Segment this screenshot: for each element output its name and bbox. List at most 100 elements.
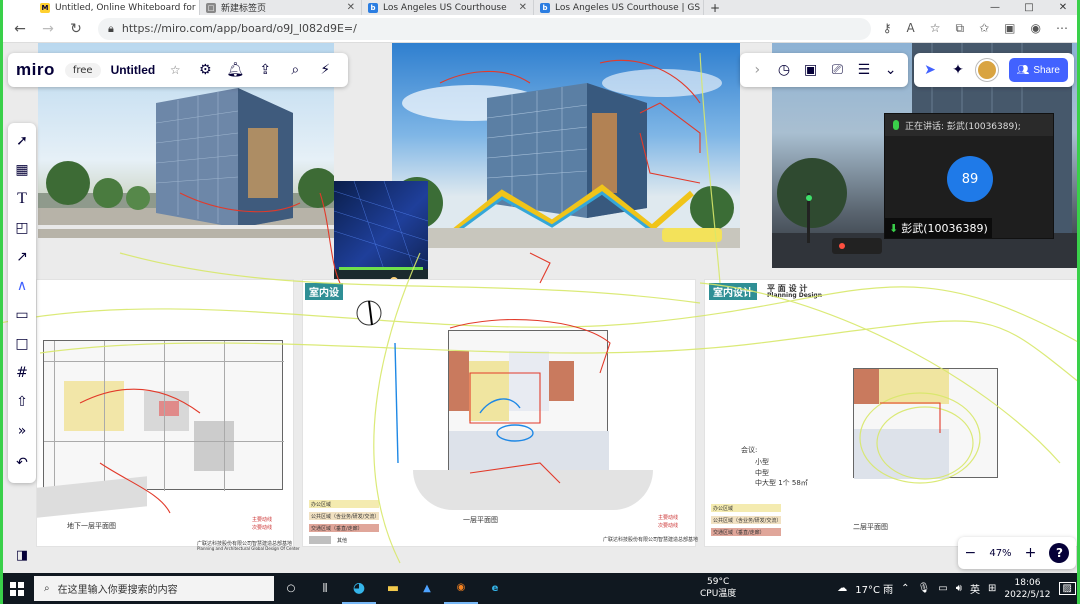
cpu-temp-label: CPU温度 — [700, 589, 737, 599]
crop-frame-icon[interactable]: # — [10, 361, 34, 385]
profile-icon[interactable]: ◉ — [1031, 21, 1041, 36]
star-icon[interactable]: ☆ — [165, 60, 185, 80]
extensions-icon[interactable]: ⧉ — [956, 21, 965, 36]
system-tray: ☁ 17°C 雨 ⌃ 🎙︎ ▭ 🔊︎ 英 ⊞ 18:06 2022/5/12 ▨ — [837, 577, 1080, 601]
maximize-button[interactable]: □ — [1012, 0, 1046, 15]
tab-miro[interactable]: M Untitled, Online Whiteboard for ✕ — [0, 0, 200, 15]
zoom-control: − 47% + ? — [958, 537, 1076, 569]
timer-icon[interactable]: ◷ — [774, 60, 794, 80]
templates-icon[interactable]: ▦ — [10, 158, 34, 182]
favorites-icon[interactable]: ✩ — [979, 21, 989, 36]
read-aloud-icon[interactable]: A — [907, 21, 915, 36]
pen-tool-icon[interactable]: ∧ — [10, 274, 34, 298]
tab-courthouse-2[interactable]: b Los Angeles US Courthouse | GS ✕ — [534, 0, 704, 15]
line-arrow-icon[interactable]: ↗ — [10, 245, 34, 269]
zoom-in-button[interactable]: + — [1025, 545, 1037, 561]
plug-icon[interactable]: ⚡︎ — [315, 60, 335, 80]
miro-tools-sidebar: ➚ ▦ T ◰ ↗ ∧ ▭ □ # ⇧ » — [8, 123, 36, 483]
task-view-icon[interactable]: ○ — [274, 573, 308, 604]
more-menu-icon[interactable]: ⋯ — [1056, 21, 1068, 36]
notifications-icon[interactable]: ▨ — [1058, 582, 1076, 595]
url-field[interactable]: 🔒︎ https://miro.com/app/board/o9J_l082d9… — [98, 17, 871, 40]
cpu-temperature: 59°C CPU温度 — [700, 576, 736, 600]
screen: M Untitled, Online Whiteboard for ✕ □ 新建… — [0, 0, 1080, 604]
chevrons-down-icon[interactable]: ⌄ — [881, 60, 901, 80]
speaker-name-tag: ⬇ 彭武(10036389) — [885, 218, 992, 238]
gear-icon[interactable]: ⚙ — [195, 60, 215, 80]
share-button[interactable]: 👥︎ Share — [1008, 58, 1068, 82]
tab-title: Untitled, Online Whiteboard for — [55, 2, 196, 13]
text-tool-icon[interactable]: T — [10, 187, 34, 211]
minimize-button[interactable]: — — [978, 0, 1012, 15]
card-icon[interactable]: ▣ — [801, 60, 821, 80]
celebrate-icon[interactable]: ✦ — [948, 60, 968, 80]
new-tab-button[interactable]: + — [704, 0, 726, 15]
board-title[interactable]: Untitled — [111, 63, 156, 77]
file-explorer-icon[interactable]: ▬ — [376, 573, 410, 604]
key-icon[interactable]: ⚷ — [883, 21, 892, 36]
close-tab-icon[interactable]: ✕ — [519, 2, 527, 13]
weather-text[interactable]: 17°C 雨 — [855, 581, 893, 596]
favorite-star-icon[interactable]: ☆ — [930, 21, 941, 36]
present-icon[interactable]: ⎚ — [827, 60, 847, 80]
plan-badge[interactable]: free — [64, 62, 101, 78]
widgets-icon[interactable]: ⫼ — [308, 573, 342, 604]
windows-start-button[interactable] — [0, 573, 34, 604]
apps-grid-icon[interactable]: ⊞ — [988, 583, 996, 594]
upload-icon[interactable]: ⇪ — [255, 60, 275, 80]
comment-icon[interactable]: ▭ — [10, 303, 34, 327]
select-cursor-icon[interactable]: ➚ — [10, 129, 34, 153]
cursor-arrow-icon[interactable]: ➤ — [920, 60, 940, 80]
meeting-speaker-overlay[interactable]: 正在讲话: 彭武(10036389); 89 ⬇ 彭武(10036389) — [884, 113, 1054, 239]
sidebar-panel-icon: ◨ — [15, 547, 29, 563]
avatar[interactable] — [976, 59, 998, 81]
close-window-button[interactable]: ✕ — [1046, 0, 1080, 15]
more-tools-icon[interactable]: » — [10, 419, 34, 443]
meeting-app-icon[interactable]: ◉ — [444, 573, 478, 604]
speaker-name: 彭武(10036389) — [901, 222, 988, 235]
zoom-level[interactable]: 47% — [989, 548, 1011, 559]
clock-time: 18:06 — [1014, 577, 1041, 588]
mic-tray-icon[interactable]: 🎙︎ — [918, 583, 931, 594]
forward-arrow-icon[interactable]: → — [34, 21, 62, 37]
miro-favicon-icon: M — [40, 2, 50, 13]
chevron-right-icon[interactable]: › — [747, 60, 767, 80]
search-icon[interactable]: ⌕ — [285, 60, 305, 80]
notes-icon[interactable]: ☰ — [854, 60, 874, 80]
tab-title: 新建标签页 — [221, 4, 267, 14]
help-button[interactable]: ? — [1049, 543, 1070, 563]
browser-tab-bar: M Untitled, Online Whiteboard for ✕ □ 新建… — [0, 0, 1080, 15]
panel-toggle-button[interactable]: ◨ — [8, 543, 36, 567]
windows-logo-icon — [10, 581, 24, 596]
network-icon[interactable]: ▭ — [938, 583, 947, 594]
upload-tool-icon[interactable]: ⇧ — [10, 390, 34, 414]
microphone-icon — [893, 120, 899, 130]
weather-icon[interactable]: ☁ — [837, 583, 847, 594]
sticky-note-icon[interactable]: ◰ — [10, 216, 34, 240]
back-arrow-icon[interactable]: ← — [6, 21, 34, 37]
clock[interactable]: 18:06 2022/5/12 — [1004, 577, 1050, 601]
bell-icon[interactable]: 🔔︎ — [225, 60, 245, 80]
tab-title: Los Angeles US Courthouse | GS — [555, 2, 701, 13]
miro-logo[interactable]: miro — [16, 60, 55, 80]
zoom-out-button[interactable]: − — [965, 545, 977, 561]
tab-new-tab[interactable]: □ 新建标签页 ✕ — [200, 0, 362, 15]
whiteboard-canvas[interactable]: 地下一层平面图 广联达科技股份有限公司智慧建造总部基地 Planning and… — [0, 43, 1080, 573]
volume-icon[interactable]: 🔊︎ — [956, 583, 962, 594]
undo-icon[interactable]: ↶ — [12, 453, 32, 473]
photos-app-icon[interactable]: ▲ — [410, 573, 444, 604]
tab-courthouse-1[interactable]: b Los Angeles US Courthouse ✕ — [362, 0, 534, 15]
tray-up-chevron-icon[interactable]: ⌃ — [901, 583, 909, 594]
ie-browser-icon[interactable]: e — [478, 573, 512, 604]
edge-browser-icon[interactable]: ◕ — [342, 573, 376, 604]
frame-shape-icon[interactable]: □ — [10, 332, 34, 356]
ime-indicator[interactable]: 英 — [970, 581, 980, 596]
page-favicon-icon: □ — [206, 2, 216, 13]
taskbar-search-input[interactable]: ⌕ 在这里输入你要搜索的内容 — [34, 576, 274, 601]
collections-icon[interactable]: ▣ — [1004, 21, 1015, 36]
reload-icon[interactable]: ↻ — [62, 21, 90, 37]
participant-count: 89 — [947, 156, 993, 202]
url-text: https://miro.com/app/board/o9J_l082d9E=/ — [121, 22, 357, 35]
miro-share-toolbar: ➤ ✦ 👥︎ Share — [914, 53, 1074, 87]
close-tab-icon[interactable]: ✕ — [347, 2, 355, 13]
